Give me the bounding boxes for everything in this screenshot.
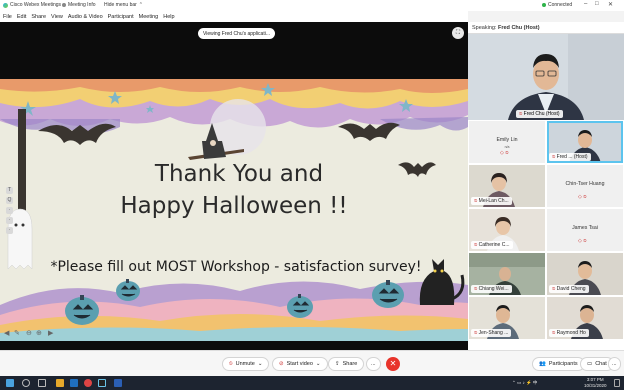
participant-tile[interactable]: ⦸ Raymond Ho <box>547 297 623 339</box>
connected-icon <box>542 3 546 7</box>
close-button[interactable]: ✕ <box>608 1 613 8</box>
muted-mic-icon: ◇ ⦸ <box>500 150 509 156</box>
menu-bar: File Edit Share View Audio & Video Parti… <box>0 11 468 22</box>
muted-mic-icon: ◇ ⦸ <box>578 238 587 244</box>
annotation-tool-5[interactable]: · <box>6 227 13 234</box>
windows-taskbar: ⌃ ▭ ♪ ⚡ 中 3:07 PM 10/31/2020 <box>0 376 624 390</box>
menu-share[interactable]: Share <box>31 14 46 20</box>
speaking-indicator: Speaking: Fred Chu (Host) <box>468 22 624 34</box>
notification-icon[interactable] <box>614 379 620 387</box>
participant-name-label: ⦸ Jen-Shang ... <box>471 329 512 337</box>
participant-tile[interactable]: ⦸ Mei-Lan Ch... <box>469 165 545 207</box>
participant-tile[interactable]: James Tsai ◇ ⦸ <box>547 209 623 251</box>
participant-tile[interactable]: ⦸ David Cheng <box>547 253 623 295</box>
muted-mic-icon: ⦸ <box>229 360 233 367</box>
title-bar: Cisco Webex Meetings Meeting Info Hide m… <box>0 0 624 11</box>
minimize-button[interactable]: – <box>584 1 587 7</box>
connection-status[interactable]: Connected <box>542 2 572 8</box>
webex-window: Cisco Webex Meetings Meeting Info Hide m… <box>0 0 624 390</box>
participants-icon: 👥 <box>539 361 546 367</box>
outlook-icon[interactable] <box>70 379 78 387</box>
search-icon[interactable] <box>22 379 30 387</box>
participant-name-label: ⦸ Raymond Ho <box>549 329 589 337</box>
word-icon[interactable] <box>114 379 122 387</box>
menu-view[interactable]: View <box>51 14 63 20</box>
annotation-text-tool[interactable]: T <box>6 187 13 194</box>
task-view-icon[interactable] <box>38 379 46 387</box>
chevron-down-icon: ⌄ <box>257 361 263 367</box>
info-icon <box>62 3 66 7</box>
first-slide-icon[interactable]: ⊖ <box>26 330 32 338</box>
speaker-video-feed <box>468 34 624 120</box>
participant-tile[interactable]: ⦸ Catherine C... <box>469 209 545 251</box>
chevron-up-icon: ⌃ <box>138 2 143 8</box>
chevron-down-icon: ⌄ <box>315 361 321 367</box>
meeting-controls-bar: ⦸ Unmute ⌄ ⊘ Start video ⌄ ⇪ Share ... ✕… <box>0 350 624 376</box>
participant-name-label: ⦸ Fred ... (Host) <box>549 153 591 161</box>
last-slide-icon[interactable]: ⊕ <box>36 330 42 338</box>
more-options-button[interactable]: ... <box>366 357 381 371</box>
unmute-button[interactable]: ⦸ Unmute ⌄ <box>222 357 270 371</box>
next-slide-icon[interactable]: ▶ <box>48 330 53 338</box>
share-button[interactable]: ⇪ Share <box>328 357 365 371</box>
menu-audio-video[interactable]: Audio & Video <box>68 14 103 20</box>
file-explorer-icon[interactable] <box>56 379 64 387</box>
menu-file[interactable]: File <box>3 14 12 20</box>
participant-tile[interactable]: Chin-Tser Huang ◇ ⦸ <box>547 165 623 207</box>
participant-name-label: ⦸ Chiang Wei... <box>471 285 512 293</box>
menu-edit[interactable]: Edit <box>17 14 26 20</box>
participant-tile[interactable]: Emily Lin n/a ◇ ⦸ <box>469 121 545 163</box>
participants-video-panel: Speaking: Fred Chu (Host) ⦸ Fred Chu (Ho… <box>468 22 624 350</box>
viewing-share-label[interactable]: Viewing Fred Chu's applicati... <box>198 28 276 39</box>
annotation-zoom-tool[interactable]: Q <box>6 197 13 204</box>
shared-slide: Thank You and Happy Halloween !! *Please… <box>0 79 468 341</box>
start-video-button[interactable]: ⊘ Start video ⌄ <box>272 357 328 371</box>
webex-taskbar-icon[interactable] <box>98 379 106 387</box>
windows-start-icon[interactable] <box>6 379 14 387</box>
more-panels-button[interactable]: ... <box>608 357 621 371</box>
participant-tile[interactable]: ⦸ Chiang Wei... <box>469 253 545 295</box>
previous-slide-icon[interactable]: ◀ <box>4 330 9 338</box>
end-meeting-button[interactable]: ✕ <box>386 357 400 371</box>
chrome-icon[interactable] <box>84 379 92 387</box>
participants-button[interactable]: 👥 Participants <box>532 357 585 371</box>
menu-help[interactable]: Help <box>163 14 174 20</box>
speaker-name-label: ⦸ Fred Chu (Host) <box>516 110 563 118</box>
participant-tile[interactable]: ⦸ Fred ... (Host) <box>547 121 623 163</box>
fullscreen-icon[interactable]: ⛶ <box>452 27 464 39</box>
share-icon: ⇪ <box>335 361 340 367</box>
hide-menu-bar-button[interactable]: Hide menu bar ⌃ <box>104 2 143 8</box>
muted-mic-icon: ◇ ⦸ <box>578 194 587 200</box>
maximize-button[interactable]: □ <box>595 1 599 7</box>
meeting-info-button[interactable]: Meeting Info <box>62 2 96 8</box>
slide-line-3: *Please fill out MOST Workshop - satisfa… <box>50 259 422 275</box>
chat-icon: ▭ <box>587 361 593 367</box>
participant-name-label: ⦸ Catherine C... <box>471 241 513 249</box>
app-title: Cisco Webex Meetings <box>3 2 61 8</box>
system-tray-icons[interactable]: ⌃ ▭ ♪ ⚡ 中 <box>512 380 537 386</box>
participant-name-label: ⦸ Mei-Lan Ch... <box>471 197 512 205</box>
menu-meeting[interactable]: Meeting <box>139 14 159 20</box>
shared-content-area: Viewing Fred Chu's applicati... ⛶ Thank … <box>0 22 468 350</box>
pen-icon[interactable]: ✎ <box>14 330 20 338</box>
annotation-tool-3[interactable]: · <box>6 207 13 214</box>
active-speaker-video[interactable]: ⦸ Fred Chu (Host) <box>468 34 624 120</box>
muted-mic-icon: ⦸ <box>519 111 523 117</box>
participant-tile[interactable]: ⦸ Jen-Shang ... <box>469 297 545 339</box>
menu-participant[interactable]: Participant <box>108 14 134 20</box>
webex-logo-icon <box>3 2 8 8</box>
slide-line-2: Happy Halloween !! <box>120 193 348 219</box>
clock[interactable]: 3:07 PM 10/31/2020 <box>584 377 607 388</box>
annotation-tool-4[interactable]: · <box>6 217 13 224</box>
participant-name-label: ⦸ David Cheng <box>549 285 589 293</box>
slide-line-1: Thank You and <box>154 161 324 187</box>
video-off-icon: ⊘ <box>279 361 284 367</box>
